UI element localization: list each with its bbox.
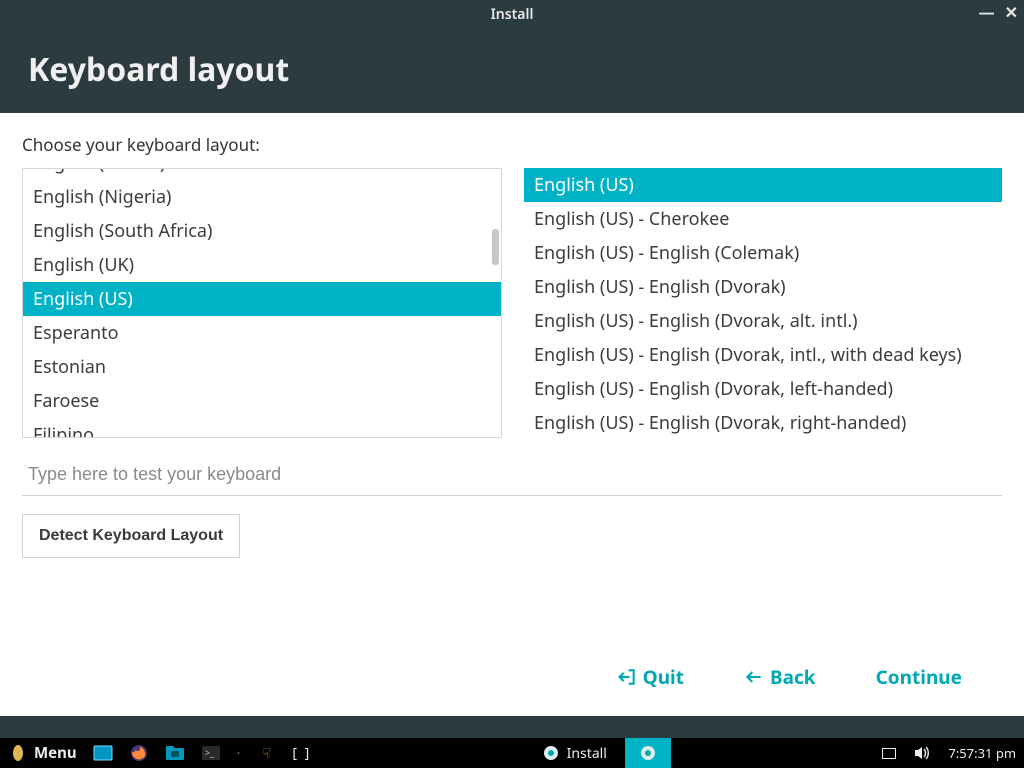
svg-text:>_: >_ xyxy=(205,746,215,759)
page-title: Keyboard layout xyxy=(28,48,996,91)
list-item[interactable]: English (US) - English (Dvorak, intl., w… xyxy=(524,338,1002,372)
list-item[interactable]: Estonian xyxy=(23,350,501,384)
list-item[interactable]: English (US) xyxy=(23,282,501,316)
menu-icon xyxy=(8,744,28,762)
quit-button[interactable]: Quit xyxy=(617,664,684,690)
list-item[interactable]: Esperanto xyxy=(23,316,501,350)
list-item[interactable]: English (US) - English (Colemak) xyxy=(524,236,1002,270)
list-item[interactable]: Filipino xyxy=(23,418,501,438)
desktop-icon xyxy=(93,744,113,762)
terminal-icon: >_ xyxy=(201,744,221,762)
list-item[interactable]: English (South Africa) xyxy=(23,214,501,248)
layout-language-list[interactable]: English (Ghana)English (Nigeria)English … xyxy=(22,168,502,438)
header: Keyboard layout xyxy=(0,28,1024,113)
taskbar-task-install[interactable]: Install xyxy=(531,738,617,768)
firefox-button[interactable] xyxy=(121,738,157,768)
install-app-icon xyxy=(541,744,561,762)
scrollbar-thumb[interactable] xyxy=(492,229,499,265)
back-button[interactable]: Back xyxy=(744,664,816,690)
install-app-icon xyxy=(638,744,658,762)
pointer-icon: ☟ xyxy=(256,744,276,762)
continue-button[interactable]: Continue xyxy=(876,664,962,690)
keyboard-test-input[interactable] xyxy=(22,456,1002,496)
terminal-button[interactable]: >_ xyxy=(193,738,229,768)
list-item[interactable]: English (Nigeria) xyxy=(23,180,501,214)
taskbar-task-active[interactable] xyxy=(625,738,671,768)
list-item[interactable]: Faroese xyxy=(23,384,501,418)
files-button[interactable] xyxy=(157,738,193,768)
menu-button[interactable]: Menu xyxy=(0,738,85,768)
prompt-text: Choose your keyboard layout: xyxy=(22,133,1002,156)
layout-variant-list[interactable]: English (US)English (US) - CherokeeEngli… xyxy=(524,168,1002,438)
taskbar-divider: · xyxy=(229,738,249,768)
list-item[interactable]: English (US) - English (Dvorak, left-han… xyxy=(524,372,1002,406)
list-item[interactable]: English (UK) xyxy=(23,248,501,282)
show-desktop-button[interactable] xyxy=(85,738,121,768)
brackets-indicator[interactable]: [ ] xyxy=(284,738,319,768)
window-title: Install xyxy=(491,5,534,24)
minimize-icon[interactable]: — xyxy=(979,4,995,20)
titlebar: Install — ✕ xyxy=(0,0,1024,28)
list-item[interactable]: English (US) - English (Dvorak, right-ha… xyxy=(524,406,1002,438)
detect-keyboard-layout-button[interactable]: Detect Keyboard Layout xyxy=(22,514,240,558)
folder-icon xyxy=(165,744,185,762)
close-icon[interactable]: ✕ xyxy=(1005,4,1018,20)
list-item[interactable]: English (US) - English (Dvorak) xyxy=(524,270,1002,304)
volume-indicator[interactable] xyxy=(904,738,940,768)
list-item[interactable]: English (US) - English (Dvorak, alt. int… xyxy=(524,304,1002,338)
list-item[interactable]: English (Ghana) xyxy=(23,168,501,180)
workspace-icon xyxy=(882,748,896,759)
taskbar: Menu >_ · ☟ [ ] Install xyxy=(0,738,1024,768)
list-item[interactable]: English (US) xyxy=(524,168,1002,202)
content-area: Choose your keyboard layout: English (Gh… xyxy=(0,113,1024,716)
arrow-left-icon xyxy=(744,667,764,687)
list-item[interactable]: English (US) - Cherokee xyxy=(524,202,1002,236)
firefox-icon xyxy=(129,744,149,762)
volume-icon xyxy=(912,744,932,762)
clock[interactable]: 7:57:31 pm xyxy=(940,744,1024,762)
pointer-indicator[interactable]: ☟ xyxy=(248,738,284,768)
exit-icon xyxy=(617,667,637,687)
nav-row: Quit Back Continue xyxy=(22,646,1002,700)
workspace-indicator[interactable] xyxy=(874,738,904,768)
